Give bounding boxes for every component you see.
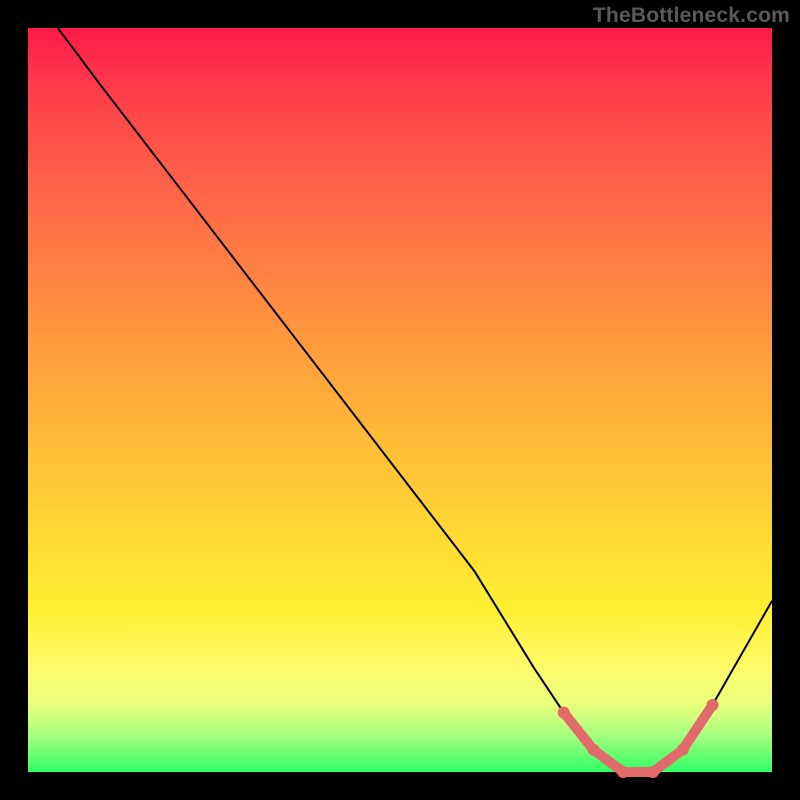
highlight-dot: [677, 744, 689, 756]
highlight-dot: [617, 766, 629, 778]
highlight-segment: [558, 699, 719, 778]
chart-overlay: [28, 28, 772, 772]
highlight-dot: [647, 766, 659, 778]
highlight-dot: [707, 699, 719, 711]
highlight-dot: [587, 744, 599, 756]
watermark-label: TheBottleneck.com: [593, 4, 790, 28]
highlight-dot: [558, 707, 570, 719]
plot-area: [28, 28, 772, 772]
highlight-line: [564, 705, 713, 772]
chart-stage: TheBottleneck.com: [0, 0, 800, 800]
bottleneck-curve: [58, 28, 772, 772]
